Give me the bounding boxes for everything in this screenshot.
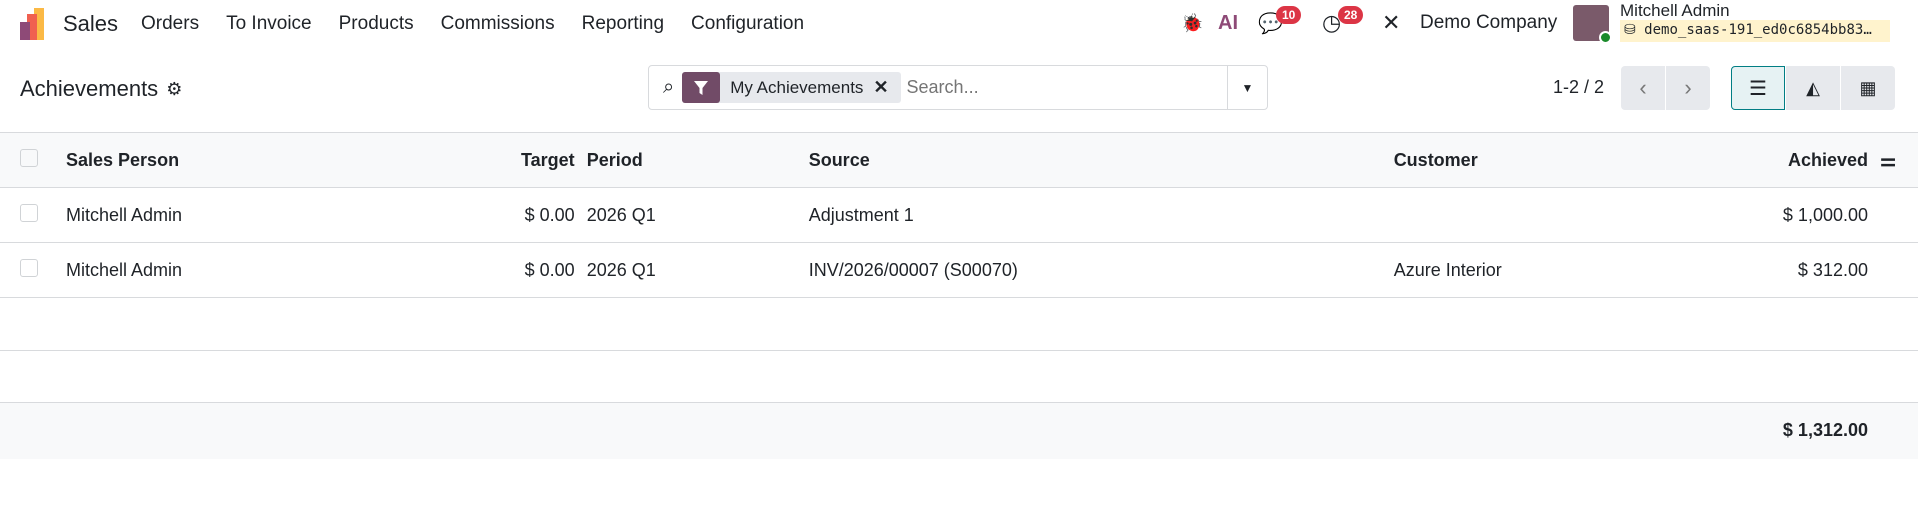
menu-to-invoice[interactable]: To Invoice <box>226 13 312 35</box>
user-avatar[interactable] <box>1573 5 1612 44</box>
sales-app-logo[interactable] <box>18 8 48 40</box>
ai-icon[interactable]: AI <box>1218 0 1238 46</box>
table-row[interactable]: Mitchell Admin $ 0.00 2026 Q1 Adjustment… <box>0 187 1918 243</box>
period-cell: 2026 Q1 <box>580 242 803 298</box>
gear-icon[interactable]: ⚙ <box>166 79 182 100</box>
pivot-view-button[interactable]: ▦ <box>1841 66 1895 110</box>
achieved-cell: $ 312.00 <box>1656 242 1874 298</box>
empty-row <box>0 297 1918 351</box>
tools-icon[interactable]: ✕ <box>1382 0 1400 46</box>
search-options-toggle[interactable]: ▼ <box>1227 66 1267 109</box>
activities-badge: 28 <box>1338 6 1364 24</box>
col-sales-person[interactable]: Sales Person <box>60 132 515 188</box>
pager-next-button[interactable]: › <box>1666 66 1710 110</box>
menu-commissions[interactable]: Commissions <box>441 13 555 35</box>
debug-bug-icon[interactable]: 🐞 <box>1181 0 1203 46</box>
search-bar: ⌕ My Achievements ✕ ▼ <box>648 65 1268 110</box>
col-achieved[interactable]: Achieved <box>1656 132 1874 188</box>
col-target[interactable]: Target <box>515 132 581 188</box>
filter-icon <box>682 72 721 103</box>
menu-products[interactable]: Products <box>339 13 414 35</box>
menu-configuration[interactable]: Configuration <box>691 13 804 35</box>
target-cell: $ 0.00 <box>515 242 581 298</box>
top-navbar: Sales Orders To Invoice Products Commiss… <box>0 0 1918 46</box>
pager-value[interactable]: 1-2 / 2 <box>1553 77 1604 98</box>
row-checkbox[interactable] <box>20 258 38 277</box>
search-icon[interactable]: ⌕ <box>663 76 674 99</box>
pager-previous-button[interactable]: ‹ <box>1621 66 1665 110</box>
select-all-checkbox[interactable] <box>20 148 38 167</box>
empty-row <box>0 350 1918 403</box>
app-name[interactable]: Sales <box>63 11 118 37</box>
source-cell: Adjustment 1 <box>802 187 1388 243</box>
remove-facet-icon[interactable]: ✕ <box>873 77 900 98</box>
user-name[interactable]: Mitchell Admin <box>1620 1 1730 21</box>
menu-reporting[interactable]: Reporting <box>582 13 664 35</box>
col-customer[interactable]: Customer <box>1387 132 1657 188</box>
list-view-button[interactable]: ☰ <box>1731 66 1785 110</box>
table-footer: $ 1,312.00 <box>0 402 1918 459</box>
graph-view-button[interactable]: ◭ <box>1786 66 1840 110</box>
filter-facet: My Achievements ✕ <box>682 72 901 103</box>
database-name: ⛁ demo_saas-191_ed0c6854bb83… <box>1620 20 1890 42</box>
messages-badge: 10 <box>1276 6 1302 24</box>
company-switcher[interactable]: Demo Company <box>1420 0 1557 46</box>
search-input[interactable] <box>906 77 1227 98</box>
period-cell: 2026 Q1 <box>580 187 803 243</box>
menu-orders[interactable]: Orders <box>141 13 199 35</box>
customer-cell <box>1387 187 1657 243</box>
col-source[interactable]: Source <box>802 132 1388 188</box>
optional-columns-icon[interactable]: ⚌ <box>1874 132 1918 188</box>
page-title: Achievements ⚙ <box>20 76 183 101</box>
online-status-icon <box>1599 31 1612 44</box>
table-header: Sales Person Target Period Source Custom… <box>0 132 1918 188</box>
achieved-cell: $ 1,000.00 <box>1656 187 1874 243</box>
achieved-total: $ 1,312.00 <box>1656 402 1874 459</box>
target-cell: $ 0.00 <box>515 187 581 243</box>
main-menu: Orders To Invoice Products Commissions R… <box>141 13 804 35</box>
sales-person-cell: Mitchell Admin <box>60 242 515 298</box>
row-checkbox[interactable] <box>20 203 38 222</box>
table-row[interactable]: Mitchell Admin $ 0.00 2026 Q1 INV/2026/0… <box>0 242 1918 298</box>
sales-person-cell: Mitchell Admin <box>60 187 515 243</box>
achievements-table: Sales Person Target Period Source Custom… <box>0 132 1918 459</box>
source-cell: INV/2026/00007 (S00070) <box>802 242 1388 298</box>
col-period[interactable]: Period <box>580 132 803 188</box>
customer-cell: Azure Interior <box>1387 242 1657 298</box>
clock-icon[interactable]: ◷ <box>1322 0 1341 46</box>
